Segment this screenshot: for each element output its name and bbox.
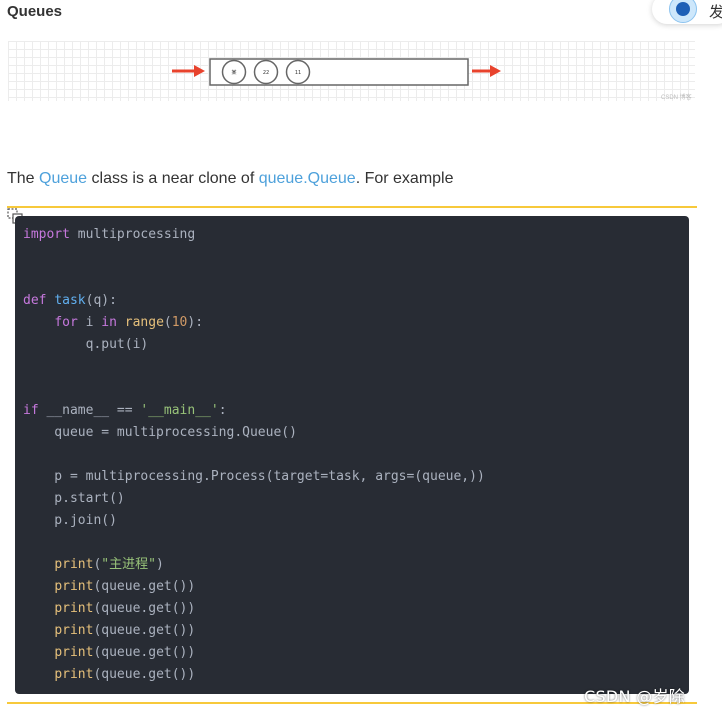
code-line: q.put(i) xyxy=(23,337,149,352)
code-content[interactable]: import multiprocessing def task(q): for … xyxy=(15,216,689,694)
queue-item-1-label: 某 xyxy=(231,70,236,76)
code-line: queue = multiprocessing.Queue() xyxy=(23,425,297,440)
avatar-icon[interactable] xyxy=(669,0,697,23)
code-line: print(queue.get()) xyxy=(54,667,196,682)
queue-item-2: 22 xyxy=(253,59,279,85)
code-line: if __name__ == '__main__': xyxy=(23,403,227,418)
floating-widget-label[interactable]: 发 xyxy=(709,1,722,22)
queue-box xyxy=(209,58,469,86)
right-arrow-icon xyxy=(472,65,501,77)
code-line: print("主进程") xyxy=(54,557,164,572)
queue-queue-link[interactable]: queue.Queue xyxy=(259,170,356,187)
intro-paragraph: The Queue class is a near clone of queue… xyxy=(7,170,454,188)
section-title: Queues xyxy=(7,3,63,20)
code-line: for i in range(10): xyxy=(54,315,204,330)
code-top-divider xyxy=(7,206,697,208)
intro-text-1: The xyxy=(7,170,40,187)
left-arrow-icon xyxy=(172,65,205,77)
code-line: p.start() xyxy=(23,491,125,506)
queue-item-1: 某 xyxy=(221,59,247,85)
code-block[interactable]: import multiprocessing def task(q): for … xyxy=(15,216,689,694)
queue-item-3: 11 xyxy=(285,59,311,85)
queue-diagram-svg: 某 22 11 xyxy=(172,58,501,86)
code-line: def task(q): xyxy=(23,293,117,308)
queue-link[interactable]: Queue xyxy=(39,170,87,187)
code-line: print(queue.get()) xyxy=(54,579,196,594)
intro-text-2: class is a near clone of xyxy=(87,170,259,187)
csdn-watermark: CSDN @岁除 xyxy=(584,687,686,706)
code-line: p = multiprocessing.Process(target=task,… xyxy=(23,469,485,484)
code-line: print(queue.get()) xyxy=(54,623,196,638)
code-line: import multiprocessing xyxy=(23,227,196,242)
code-line: print(queue.get()) xyxy=(54,645,196,660)
code-line: print(queue.get()) xyxy=(54,601,196,616)
floating-action-widget[interactable]: 发 xyxy=(652,0,722,24)
queue-item-2-label: 22 xyxy=(263,70,269,76)
code-line: p.join() xyxy=(23,513,117,528)
queue-diagram-image: 某 22 11 CSDN 博客 xyxy=(8,41,695,101)
figure-caption-watermark: CSDN 博客 xyxy=(661,95,692,101)
intro-text-3: . For example xyxy=(355,170,454,187)
queue-item-3-label: 11 xyxy=(295,70,301,76)
